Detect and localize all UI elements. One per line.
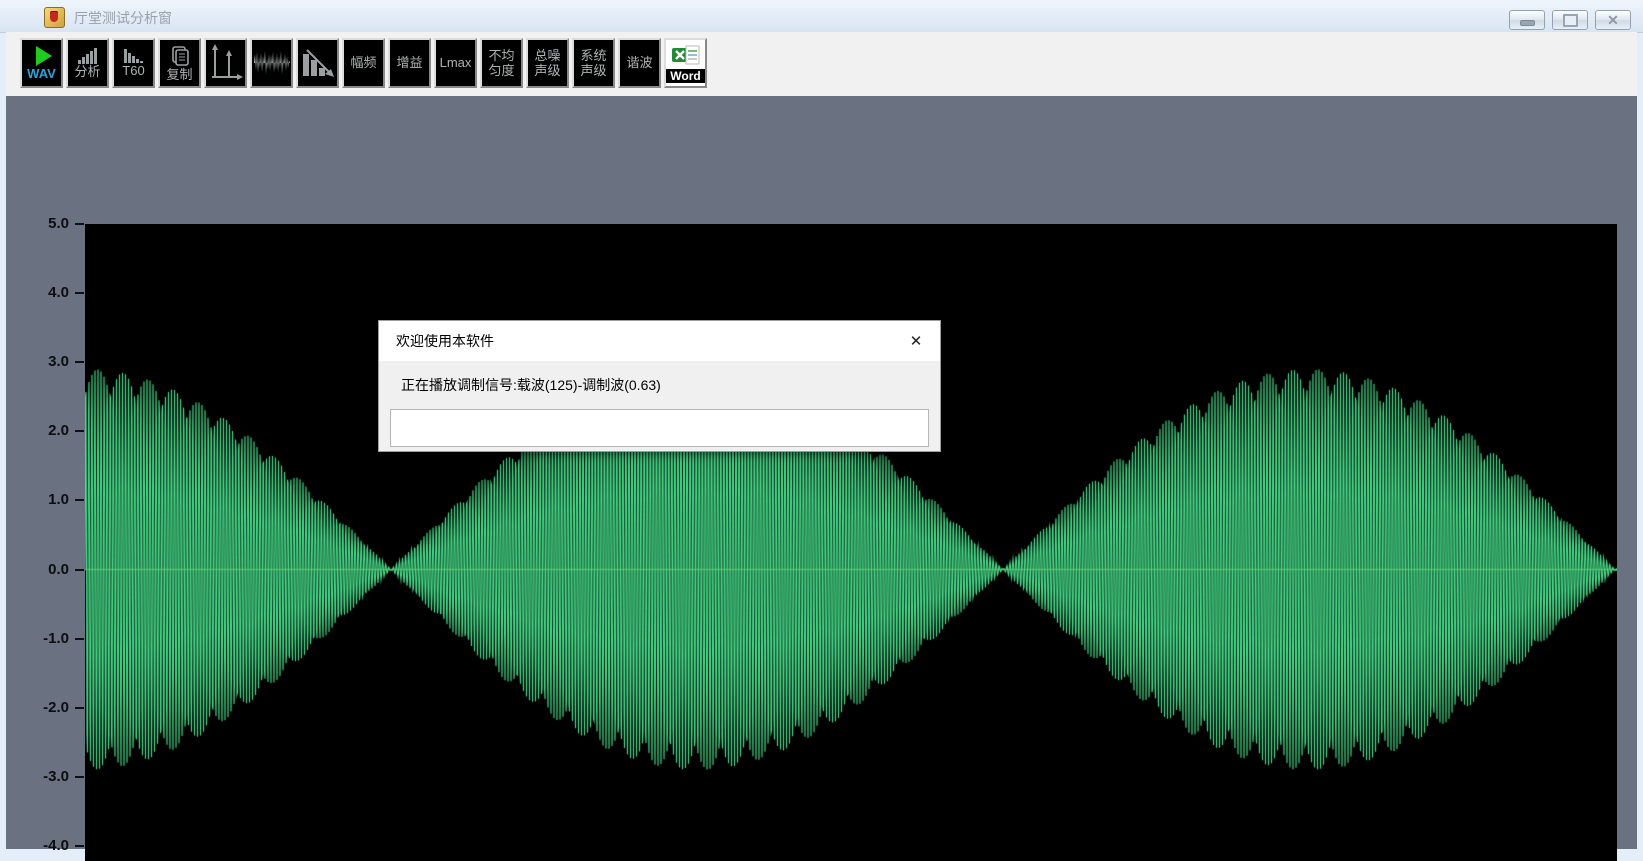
y-axis-label: 5.0 xyxy=(19,215,69,232)
axes-icon-wrap xyxy=(209,44,243,82)
y-axis-tick xyxy=(75,499,84,501)
toolbar-button-label: 总噪 xyxy=(534,49,560,63)
toolbar-button-label: WAV xyxy=(27,67,56,81)
toolbar-button-axes[interactable] xyxy=(204,38,247,88)
y-axis-label: -1.0 xyxy=(19,630,69,647)
toolbar-buttons: WAV分析T60复制幅频增益Lmax不均匀度总噪声级系统声级谐波Word xyxy=(20,38,707,88)
noise-waveform-icon xyxy=(254,48,290,78)
app-icon xyxy=(44,7,65,28)
toolbar-button-label: 谐波 xyxy=(626,56,652,70)
y-axis-label: -2.0 xyxy=(19,699,69,716)
toolbar-button-label: 分析 xyxy=(74,65,100,79)
toolbar-button-label: 声级 xyxy=(534,64,560,78)
maximize-icon xyxy=(1563,14,1578,27)
bars-arrow-icon-wrap xyxy=(301,46,335,80)
y-axis-tick xyxy=(75,292,84,294)
copy-icon xyxy=(169,45,191,67)
toolbar-button-t60[interactable]: T60 xyxy=(112,38,155,88)
decay-histogram-icon xyxy=(301,46,335,80)
toolbar: WAV分析T60复制幅频增益Lmax不均匀度总噪声级系统声级谐波Word xyxy=(6,32,1637,96)
waveform-icon-wrap xyxy=(254,48,290,78)
waveform-plot-region: 5.04.03.02.01.00.0-1.0-2.0-3.0-4.0-5.000… xyxy=(6,96,1637,849)
bars-decay-icon-wrap xyxy=(124,49,143,63)
y-axis-tick xyxy=(75,361,84,363)
dialog-close-button[interactable]: ✕ xyxy=(906,331,926,351)
close-icon: ✕ xyxy=(910,332,923,350)
bar-chart-icon xyxy=(78,48,97,64)
toolbar-button-copy[interactable]: 复制 xyxy=(158,38,201,88)
toolbar-button-label: 幅频 xyxy=(350,56,376,70)
dialog-title: 欢迎使用本软件 xyxy=(396,331,494,351)
y-axis-tick xyxy=(75,638,84,640)
y-axis-label: 4.0 xyxy=(19,284,69,301)
toolbar-button-label: 增益 xyxy=(396,56,422,70)
title-bar: 厅堂测试分析窗 ✕ xyxy=(0,0,1643,33)
play-icon-wrap xyxy=(32,45,52,66)
dialog-title-bar: 欢迎使用本软件 ✕ xyxy=(379,321,940,361)
welcome-dialog: 欢迎使用本软件 ✕ 正在播放调制信号:载波(125)-调制波(0.63) xyxy=(378,320,941,452)
dialog-message: 正在播放调制信号:载波(125)-调制波(0.63) xyxy=(401,375,940,395)
progress-bar xyxy=(390,409,929,447)
toolbar-button-harmonics[interactable]: 谐波 xyxy=(618,38,661,88)
toolbar-button-label: T60 xyxy=(122,64,144,78)
y-axis-tick xyxy=(75,223,84,225)
window-title: 厅堂测试分析窗 xyxy=(74,8,172,28)
y-axis-label: 3.0 xyxy=(19,353,69,370)
axes-icon xyxy=(209,44,243,82)
y-axis-tick xyxy=(75,430,84,432)
toolbar-button-system-level[interactable]: 系统声级 xyxy=(572,38,615,88)
minimize-icon xyxy=(1520,20,1535,26)
toolbar-button-total-noise-level[interactable]: 总噪声级 xyxy=(526,38,569,88)
toolbar-button-lmax[interactable]: Lmax xyxy=(434,38,477,88)
decay-bars-icon xyxy=(124,49,143,63)
toolbar-button-amp-freq[interactable]: 幅频 xyxy=(342,38,385,88)
toolbar-button-analyze[interactable]: 分析 xyxy=(66,38,109,88)
toolbar-button-word-export[interactable]: Word xyxy=(664,38,707,88)
toolbar-button-label: 系统 xyxy=(580,49,606,63)
toolbar-button-wav-play[interactable]: WAV xyxy=(20,38,63,88)
toolbar-button-label: 声级 xyxy=(580,64,606,78)
toolbar-button-label: 不均 xyxy=(488,49,514,63)
y-axis-label: 2.0 xyxy=(19,422,69,439)
y-axis-tick xyxy=(75,707,84,709)
toolbar-button-label: 复制 xyxy=(166,68,192,82)
minimize-button[interactable] xyxy=(1509,10,1545,30)
y-axis-tick xyxy=(75,776,84,778)
toolbar-button-histogram-decay[interactable] xyxy=(296,38,339,88)
play-icon xyxy=(36,46,52,66)
y-axis-tick xyxy=(75,845,84,847)
maximize-button[interactable] xyxy=(1552,10,1588,30)
y-axis-label: 0.0 xyxy=(19,561,69,578)
toolbar-button-label: Lmax xyxy=(440,56,472,70)
toolbar-button-label: Word xyxy=(666,69,705,83)
y-axis-label: -3.0 xyxy=(19,768,69,785)
excel-icon-wrap xyxy=(671,44,701,68)
bars-rise-icon-wrap xyxy=(78,48,97,64)
app-window: 厅堂测试分析窗 ✕ WAV分析T60复制幅频增益Lmax不均匀度总噪声级系统声级… xyxy=(0,0,1643,861)
y-axis-label: 1.0 xyxy=(19,491,69,508)
toolbar-button-gain[interactable]: 增益 xyxy=(388,38,431,88)
copy-doc-icon-wrap xyxy=(169,45,191,67)
close-icon: ✕ xyxy=(1607,13,1619,27)
excel-doc-icon xyxy=(671,44,701,68)
y-axis-label: -4.0 xyxy=(19,837,69,854)
toolbar-button-waveform[interactable] xyxy=(250,38,293,88)
toolbar-button-nonuniformity[interactable]: 不均匀度 xyxy=(480,38,523,88)
close-button[interactable]: ✕ xyxy=(1595,10,1631,30)
toolbar-button-label: 匀度 xyxy=(488,64,514,78)
y-axis-tick xyxy=(75,569,84,571)
